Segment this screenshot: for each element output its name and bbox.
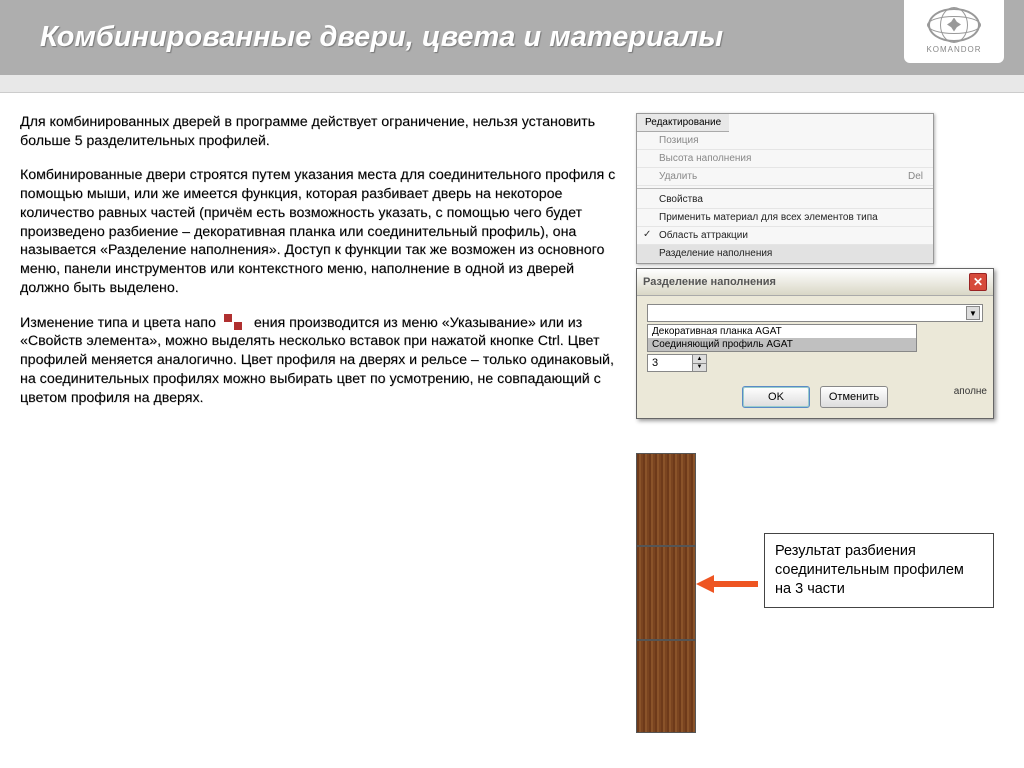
close-icon[interactable]: ✕ bbox=[969, 273, 987, 291]
paragraph-2: Комбинированные двери строятся путем ука… bbox=[20, 166, 621, 297]
split-tool-icon bbox=[218, 314, 252, 332]
context-menu-item: Высота наполнения bbox=[637, 150, 933, 168]
ok-button[interactable]: OK bbox=[742, 386, 810, 408]
split-fill-dialog: Разделение наполнения ✕ ▼ Декоративная п… bbox=[636, 268, 994, 419]
door-segment bbox=[637, 454, 695, 547]
menu-separator bbox=[637, 188, 933, 189]
context-menu-item[interactable]: Применить материал для всех элементов ти… bbox=[637, 209, 933, 227]
slide-title: Комбинированные двери, цвета и материалы bbox=[40, 21, 723, 54]
context-menu-item: УдалитьDel bbox=[637, 168, 933, 186]
option-connecting[interactable]: Соединяющий профиль AGAT bbox=[648, 338, 916, 351]
brand-logo: KOMANDOR bbox=[904, 0, 1004, 63]
brand-name: KOMANDOR bbox=[926, 45, 981, 54]
spinner[interactable]: ▲▼ bbox=[692, 355, 706, 371]
cancel-button[interactable]: Отменить bbox=[820, 386, 888, 408]
door-segment bbox=[637, 547, 695, 640]
paragraph-3: Изменение типа и цвета напоения производ… bbox=[20, 314, 621, 408]
truncated-label: аполне bbox=[954, 386, 987, 397]
globe-icon bbox=[928, 8, 980, 42]
paragraph-1: Для комбинированных дверей в программе д… bbox=[20, 113, 621, 150]
arrow-left-icon bbox=[696, 575, 758, 593]
door-segment bbox=[637, 641, 695, 732]
dialog-titlebar: Разделение наполнения ✕ bbox=[637, 269, 993, 296]
context-menu: Редактирование ПозицияВысота наполненияУ… bbox=[636, 113, 934, 264]
option-decorative[interactable]: Декоративная планка AGAT bbox=[648, 325, 916, 338]
body-text: Для комбинированных дверей в программе д… bbox=[20, 113, 626, 423]
context-menu-item: Позиция bbox=[637, 132, 933, 150]
context-menu-item[interactable]: Область аттракции bbox=[637, 227, 933, 245]
dialog-title-text: Разделение наполнения bbox=[643, 276, 776, 288]
parts-count-field[interactable]: 3 ▲▼ bbox=[647, 354, 707, 372]
context-menu-item[interactable]: Свойства bbox=[637, 191, 933, 209]
result-callout: Результат разбиения соединительным профи… bbox=[764, 533, 994, 608]
sub-header-strip bbox=[0, 75, 1024, 93]
profile-type-listbox[interactable]: Декоративная планка AGAT Соединяющий про… bbox=[647, 324, 917, 352]
slide-header: Комбинированные двери, цвета и материалы… bbox=[0, 0, 1024, 75]
chevron-down-icon[interactable]: ▼ bbox=[966, 306, 980, 320]
context-menu-item[interactable]: Разделение наполнения bbox=[637, 245, 933, 263]
door-preview bbox=[636, 453, 696, 733]
profile-type-combo[interactable]: ▼ bbox=[647, 304, 983, 322]
context-menu-tab[interactable]: Редактирование bbox=[637, 114, 729, 132]
shortcut-label: Del bbox=[908, 171, 923, 182]
